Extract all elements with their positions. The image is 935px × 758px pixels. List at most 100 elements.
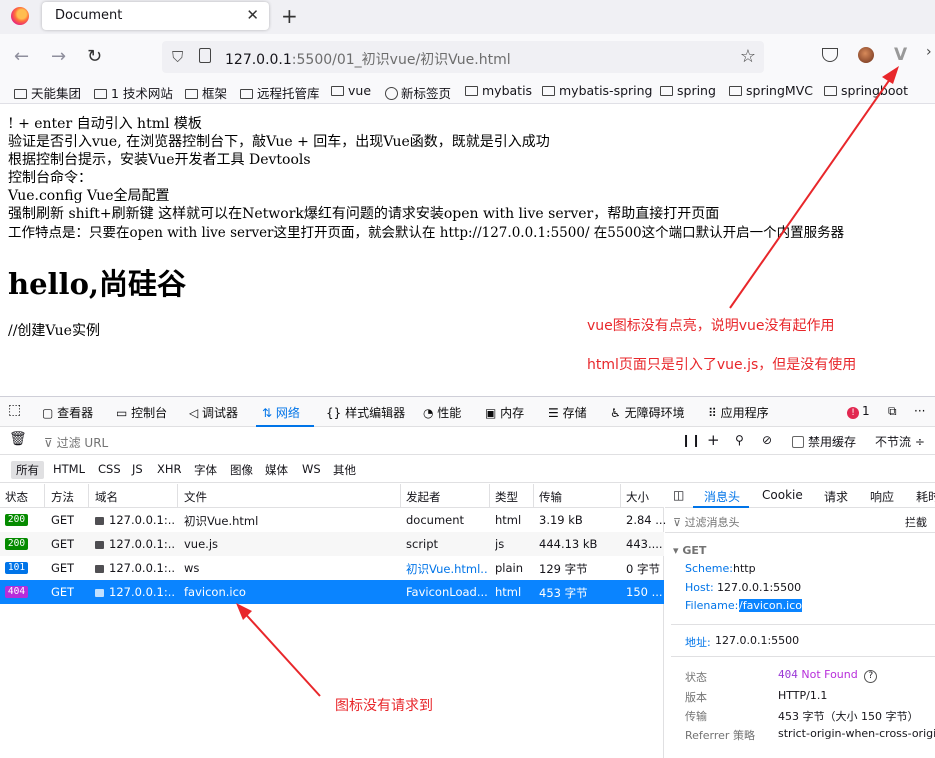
tab-timings[interactable]: 耗时 (916, 488, 935, 505)
more-options-icon[interactable]: ··· (914, 404, 925, 418)
pause-icon[interactable]: ❙❙ (681, 433, 701, 447)
headers-filter: ⊽ 过滤消息头 拦截 (665, 509, 935, 533)
url-text[interactable]: 127.0.0.1:5500/01_初识vue/初识Vue.html (225, 49, 511, 69)
filter-ws[interactable]: WS (302, 462, 321, 476)
tab-cookie[interactable]: Cookie (762, 488, 803, 502)
filter-fonts[interactable]: 字体 (194, 462, 217, 478)
column-type[interactable]: 类型 (495, 489, 518, 505)
column-size[interactable]: 大小 (626, 489, 649, 505)
checkbox-box[interactable] (792, 436, 804, 448)
forward-arrow-icon[interactable]: → (51, 46, 66, 67)
tab-storage[interactable]: ☰ 存储 (548, 404, 587, 421)
tab-style-editor[interactable]: {} 样式编辑器 (326, 404, 405, 421)
bookmark-item[interactable]: 1 技术网站 (94, 83, 173, 102)
address-bar[interactable]: ⛉ 127.0.0.1:5500/01_初识vue/初识Vue.html ☆ (162, 41, 764, 73)
tab-inspector[interactable]: ▢ 查看器 (42, 404, 93, 421)
devtools-panel: ⬚ ▢ 查看器 ▭ 控制台 ◁ 调试器 ⇅ 网络 {} 样式编辑器 ◔ 性能 ▣… (0, 396, 935, 758)
pick-element-icon[interactable]: ⬚ (8, 402, 21, 418)
vue-devtools-extension-icon[interactable]: V (894, 45, 907, 65)
table-header: 状态 方法 域名 文件 发起者 类型 传输 大小 (0, 484, 664, 508)
table-row[interactable]: 200 GET 127.0.0.1:... vue.js script js 4… (0, 532, 664, 556)
overflow-menu-icon[interactable]: › (926, 44, 932, 60)
column-method[interactable]: 方法 (51, 489, 74, 505)
tab-accessibility[interactable]: ♿ 无障碍环境 (610, 404, 685, 421)
filter-css[interactable]: CSS (98, 462, 121, 476)
tab-network[interactable]: ⇅ 网络 (262, 404, 300, 421)
bookmark-item[interactable]: 天能集团 (14, 83, 81, 102)
filter-media[interactable]: 媒体 (265, 462, 288, 478)
tab-memory[interactable]: ▣ 内存 (485, 404, 524, 421)
back-arrow-icon[interactable]: ← (14, 46, 29, 67)
filter-other[interactable]: 其他 (333, 462, 356, 478)
add-icon[interactable]: + (707, 431, 720, 449)
filter-js[interactable]: JS (132, 462, 143, 476)
get-section-toggle[interactable]: ▾ GET (673, 544, 706, 557)
table-row[interactable]: 404 GET 127.0.0.1:... favicon.ico Favico… (0, 580, 664, 604)
cell-initiator[interactable]: 初识Vue.html... (406, 561, 488, 577)
divider (671, 656, 935, 657)
column-status[interactable]: 状态 (5, 489, 28, 505)
bookmark-item[interactable]: vue (331, 83, 371, 98)
column-file[interactable]: 文件 (184, 489, 207, 505)
firefox-icon[interactable] (11, 7, 29, 25)
bookmark-item[interactable]: spring (660, 83, 716, 98)
tab-request[interactable]: 请求 (824, 488, 848, 505)
bookmark-item[interactable]: mybatis-spring (542, 83, 652, 98)
toggle-sidebar-icon[interactable]: ◫ (673, 488, 684, 502)
pocket-icon[interactable] (822, 48, 838, 62)
tab-console[interactable]: ▭ 控制台 (116, 404, 167, 421)
cell-method: GET (51, 537, 75, 551)
column-domain[interactable]: 域名 (95, 489, 118, 505)
cell-transfer: 444.13 kB (539, 537, 598, 551)
navigation-bar: ← → ↻ ⛉ 127.0.0.1:5500/01_初识vue/初识Vue.ht… (0, 34, 935, 80)
new-tab-icon[interactable]: + (281, 4, 298, 28)
column-initiator[interactable]: 发起者 (406, 489, 441, 505)
close-tab-icon[interactable]: ✕ (246, 6, 259, 24)
tab-performance[interactable]: ◔ 性能 (423, 404, 461, 421)
block-icon[interactable]: ⊘ (762, 433, 772, 447)
cell-size: 150 ... (626, 585, 663, 599)
bookmark-item[interactable]: 新标签页 (385, 83, 451, 102)
column-transfer[interactable]: 传输 (539, 489, 562, 505)
cell-file: ws (184, 561, 200, 575)
filename-value[interactable]: /favicon.ico (739, 599, 802, 612)
filter-headers-input[interactable]: ⊽ 过滤消息头 (673, 514, 740, 530)
error-count-badge[interactable]: ! 1 (847, 404, 870, 419)
filter-all[interactable]: 所有 (11, 461, 44, 479)
search-icon[interactable]: ⚲ (735, 433, 744, 447)
cell-domain: 127.0.0.1:... (95, 513, 175, 527)
tab-headers[interactable]: 消息头 (704, 488, 740, 505)
active-detail-tab-indicator (693, 506, 749, 508)
table-row[interactable]: 200 GET 127.0.0.1:... 初识Vue.html documen… (0, 508, 666, 532)
cell-transfer: 3.19 kB (539, 513, 583, 527)
filter-images[interactable]: 图像 (230, 462, 253, 478)
block-button[interactable]: 拦截 (905, 514, 927, 530)
bookmark-item[interactable]: mybatis (465, 83, 532, 98)
tab-application[interactable]: ⠿ 应用程序 (708, 404, 769, 421)
host-key: Host: (685, 581, 714, 594)
content-line: 控制台命令： (8, 170, 92, 186)
filter-html[interactable]: HTML (53, 462, 85, 476)
reload-icon[interactable]: ↻ (87, 46, 102, 67)
dock-icon[interactable]: ⧉ (888, 404, 897, 419)
bookmark-item[interactable]: 框架 (185, 83, 227, 102)
filter-xhr[interactable]: XHR (157, 462, 182, 476)
trash-icon[interactable]: 🗑 (9, 431, 27, 447)
tab-debugger[interactable]: ◁ 调试器 (189, 404, 238, 421)
filter-url-input[interactable]: ⊽ 过滤 URL (44, 434, 108, 451)
tab-strip: Document ✕ + (0, 0, 935, 34)
bookmark-item[interactable]: springboot (824, 83, 908, 98)
throttle-select[interactable]: 不节流 ÷ (875, 433, 925, 450)
tab-document[interactable]: Document ✕ (42, 2, 269, 30)
shield-icon[interactable]: ⛉ (172, 48, 183, 66)
bookmark-star-icon[interactable]: ☆ (740, 46, 756, 67)
table-row[interactable]: 101 GET 127.0.0.1:... ws 初识Vue.html... p… (0, 556, 664, 580)
help-icon[interactable]: ? (864, 670, 878, 683)
account-avatar[interactable] (858, 47, 874, 63)
tab-response[interactable]: 响应 (870, 488, 894, 505)
disable-cache-checkbox[interactable]: 禁用缓存 (792, 433, 856, 450)
bookmark-item[interactable]: springMVC (729, 83, 813, 98)
bookmark-item[interactable]: 远程托管库 (240, 83, 320, 102)
page-icon[interactable] (199, 48, 211, 63)
bookmarks-bar: 天能集团 1 技术网站 框架 远程托管库 vue 新标签页 mybatis my… (0, 80, 935, 104)
